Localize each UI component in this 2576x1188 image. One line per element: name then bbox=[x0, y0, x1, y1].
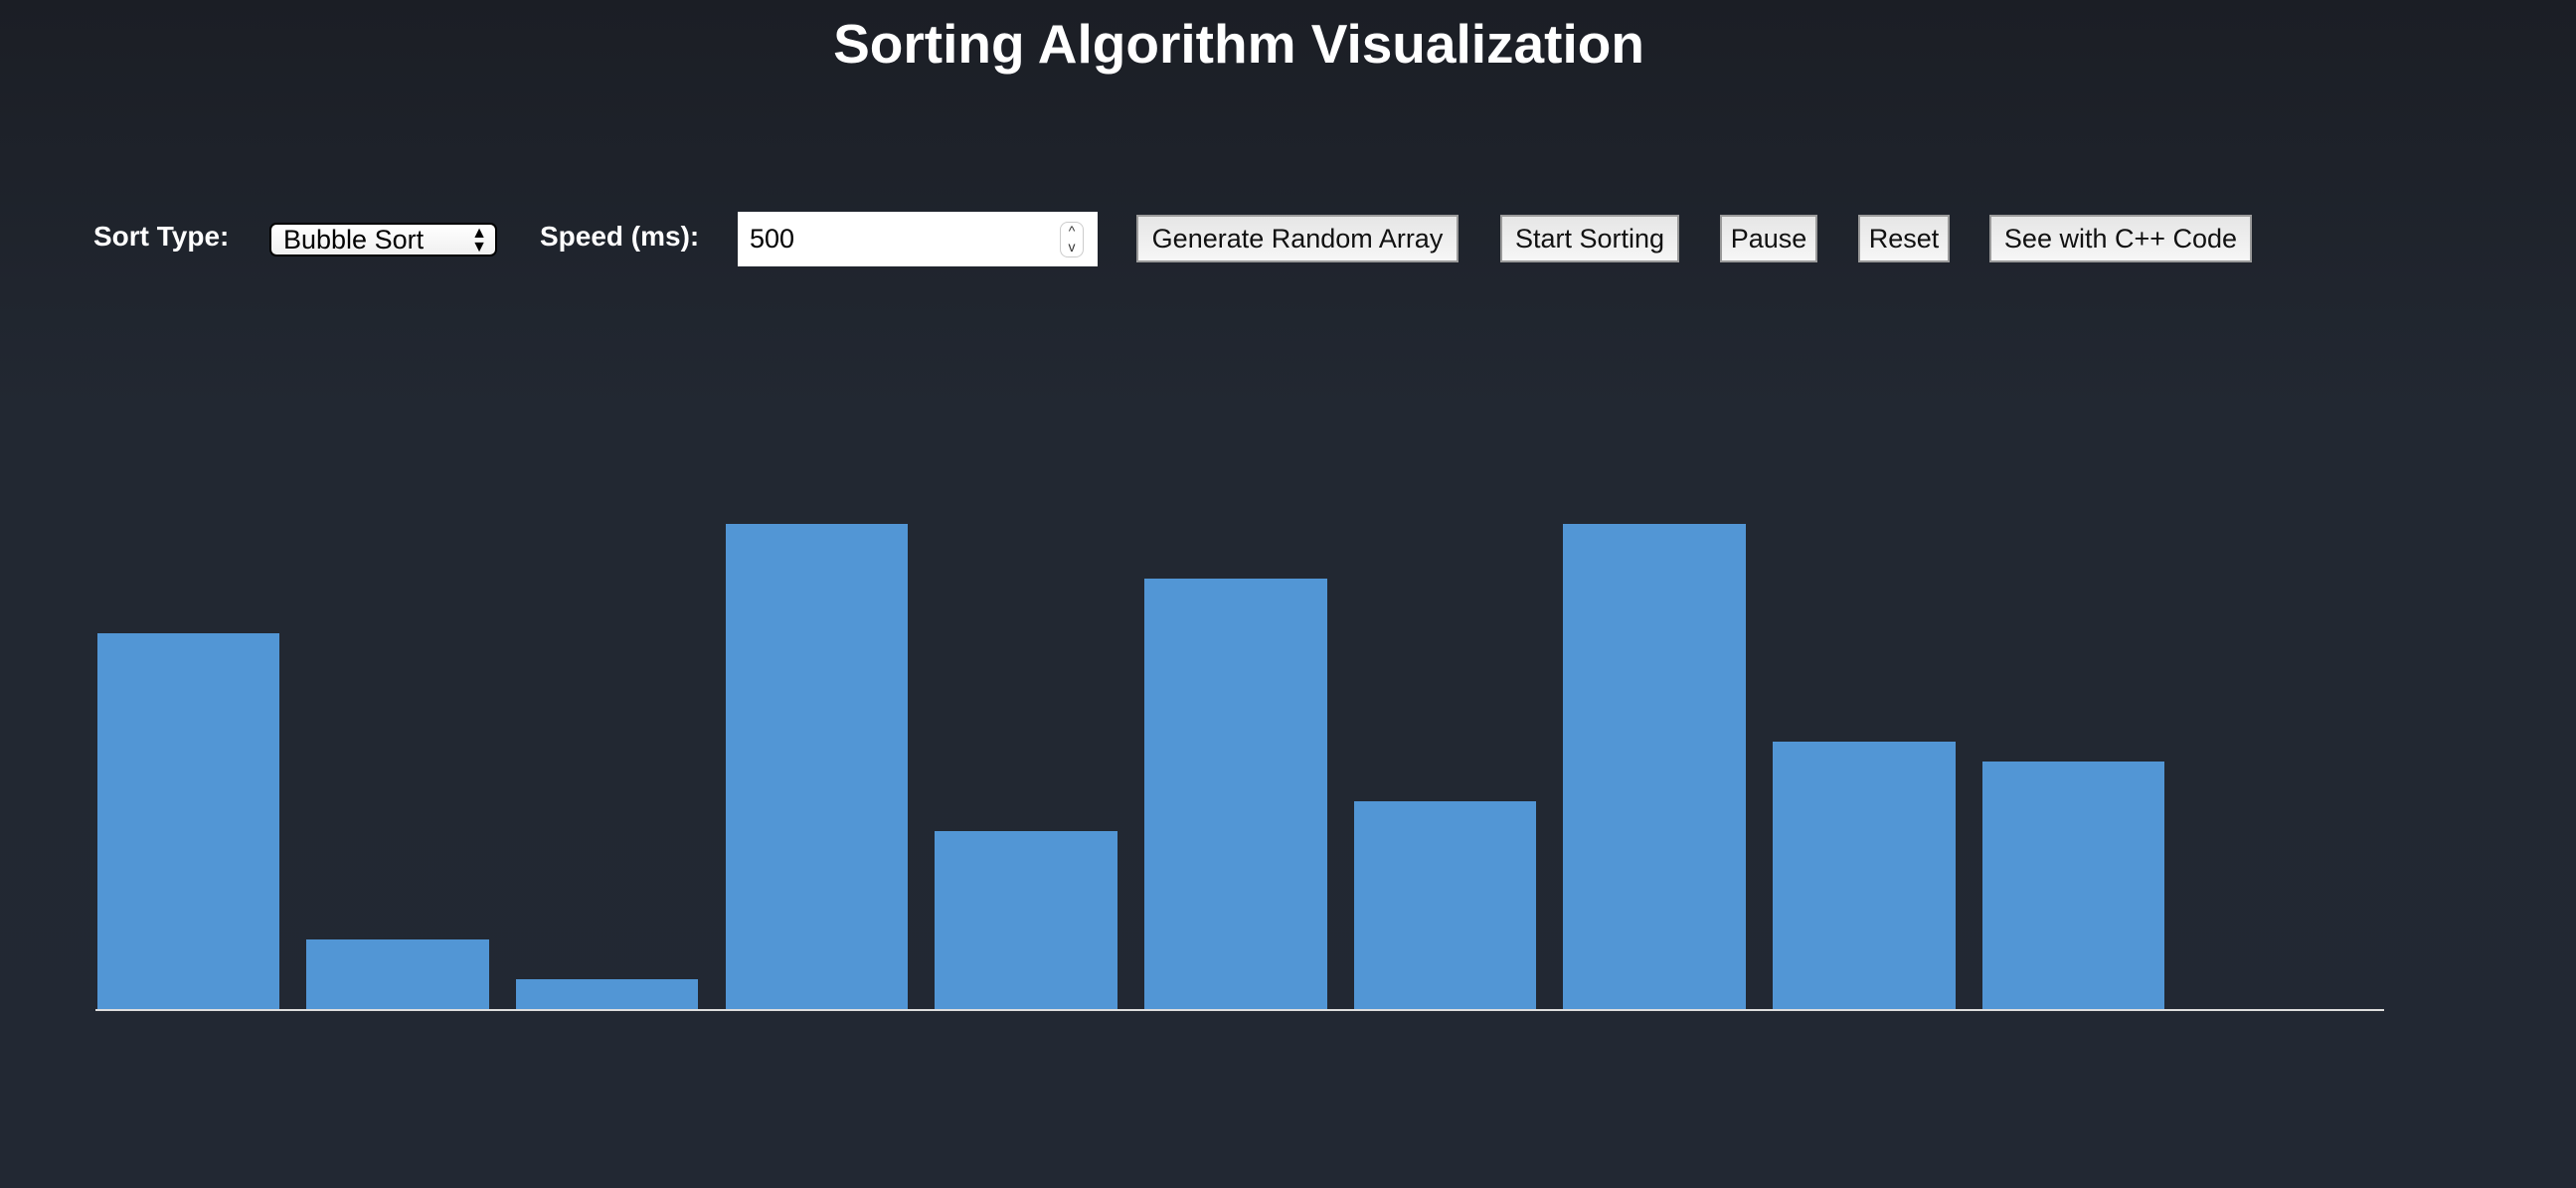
chart-baseline bbox=[95, 1009, 2384, 1011]
bar-9 bbox=[1773, 742, 1956, 1009]
bar-1 bbox=[96, 632, 279, 1009]
bar-3 bbox=[515, 979, 699, 1009]
bar-2 bbox=[306, 939, 489, 1009]
bar-10 bbox=[1981, 762, 2165, 1009]
bar-4 bbox=[725, 524, 909, 1009]
bar-5 bbox=[935, 830, 1117, 1009]
bar-8 bbox=[1563, 524, 1746, 1009]
bar-6 bbox=[1144, 578, 1327, 1009]
bar-7 bbox=[1353, 800, 1537, 1009]
